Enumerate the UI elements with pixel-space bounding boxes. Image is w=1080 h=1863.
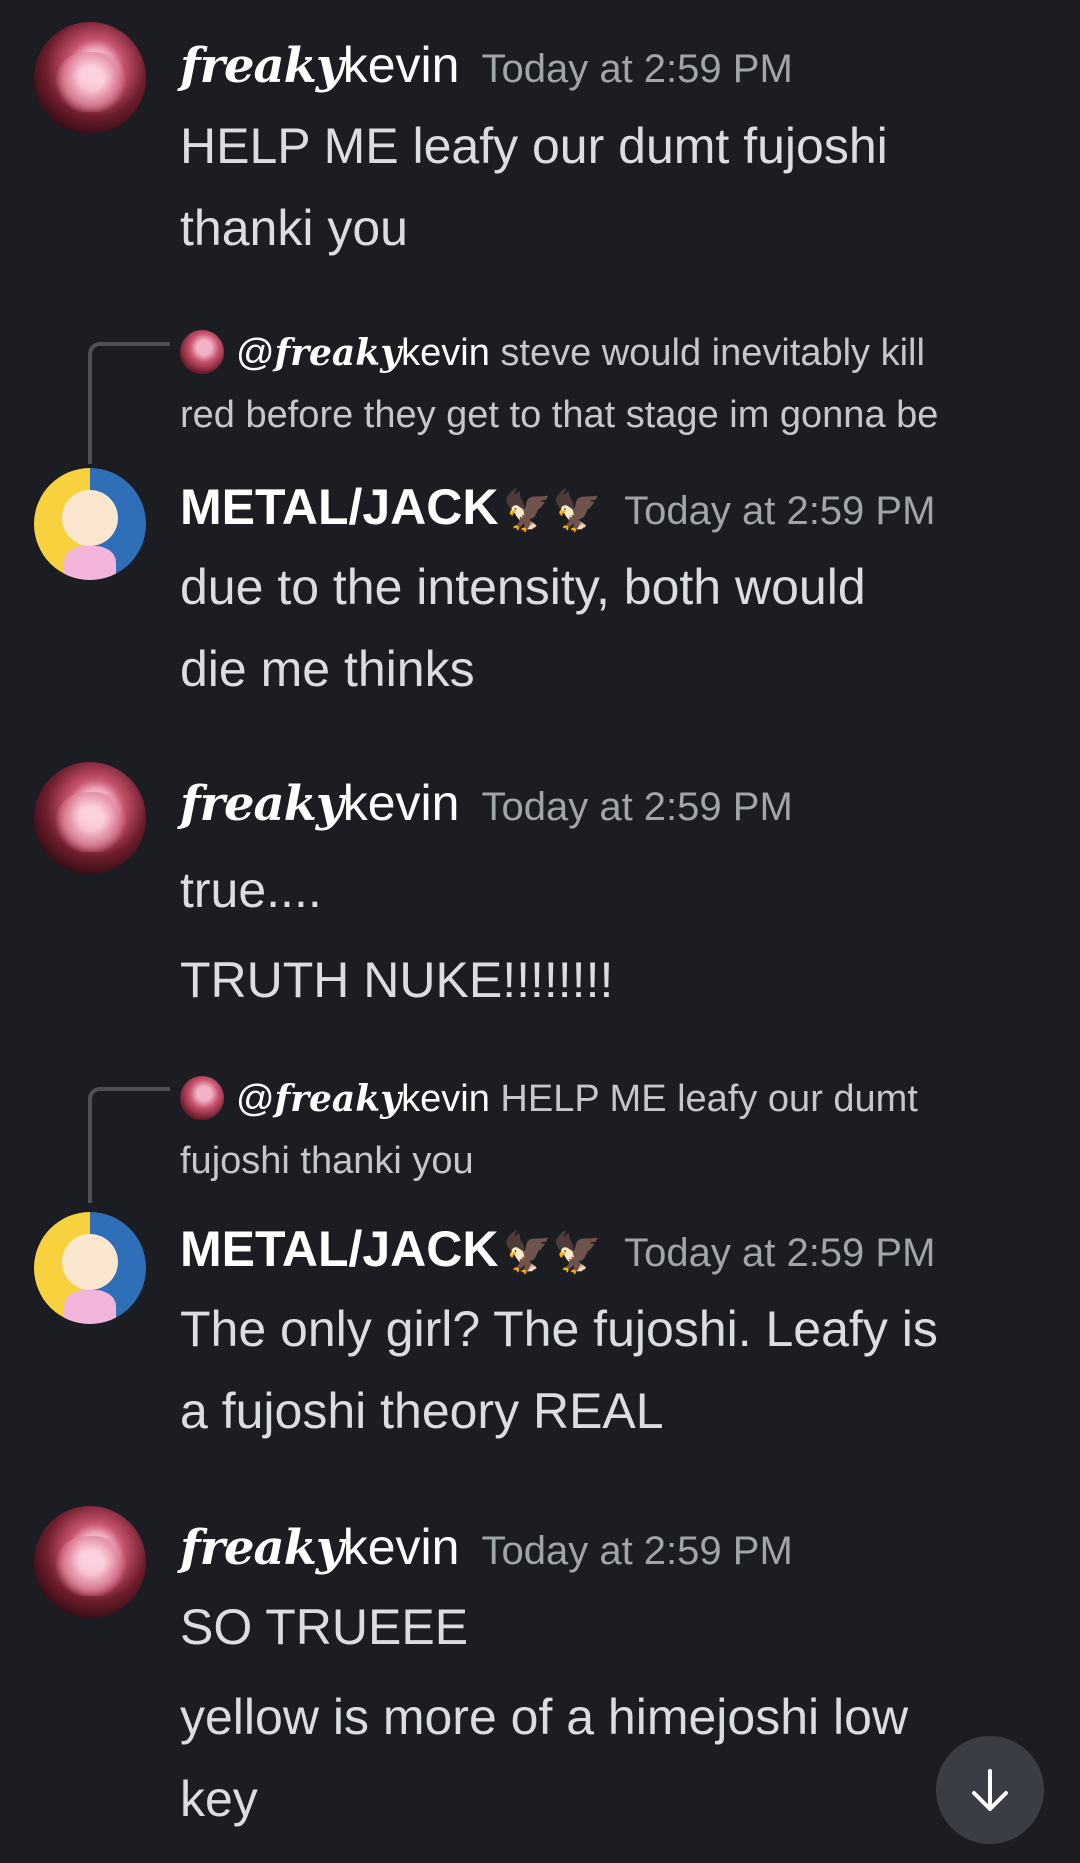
message-line: true....: [180, 862, 322, 918]
author-name-prefix[interactable]: freaky: [180, 1520, 344, 1576]
avatar[interactable]: [34, 468, 146, 580]
timestamp: Today at 2:59 PM: [624, 489, 936, 533]
author-name-prefix[interactable]: freaky: [180, 38, 344, 94]
mention-at: @: [236, 332, 275, 374]
author-name[interactable]: kevin: [343, 1519, 460, 1575]
eagle-emoji: 🦅🦅: [502, 489, 603, 533]
message-content: true.... TRUTH NUKE!!!!!!!!: [180, 845, 1040, 1025]
message-header: freakykevin Today at 2:59 PM: [180, 1518, 793, 1576]
mention-prefix: freaky: [274, 332, 402, 374]
reply-text: @freakykevin steve would inevitably kill…: [180, 322, 1030, 446]
reply-text: @freakykevin HELP ME leafy our dumt fujo…: [180, 1068, 1030, 1192]
author-name-prefix[interactable]: freaky: [180, 776, 344, 832]
avatar[interactable]: [34, 762, 146, 874]
timestamp: Today at 2:59 PM: [481, 47, 793, 91]
avatar[interactable]: [34, 1212, 146, 1324]
chat-message-list[interactable]: freakykevin Today at 2:59 PM HELP ME leaf…: [0, 0, 1080, 1863]
message-line: yellow is more of a himejoshi low: [180, 1689, 909, 1745]
author-name[interactable]: METAL/JACK: [180, 1221, 499, 1277]
mention-name: kevin: [401, 332, 490, 374]
message-line: die me thinks: [180, 641, 475, 697]
arrow-down-icon: [972, 1769, 1008, 1811]
message-line: thanki you: [180, 200, 408, 256]
author-name[interactable]: kevin: [343, 37, 460, 93]
message-header: freakykevin Today at 2:59 PM: [180, 36, 793, 94]
message-line: HELP ME leafy our dumt fujoshi: [180, 118, 888, 174]
timestamp: Today at 2:59 PM: [481, 785, 793, 829]
reply-snippet: red before they get to that stage im gon…: [180, 394, 939, 436]
message-header: freakykevin Today at 2:59 PM: [180, 774, 793, 832]
message-content: HELP ME leafy our dumt fujoshi thanki yo…: [180, 105, 1040, 269]
reply-connector: [88, 1087, 170, 1203]
mention-at: @: [236, 1078, 275, 1120]
message-content: due to the intensity, both would die me …: [180, 546, 1040, 710]
author-name[interactable]: METAL/JACK: [180, 479, 499, 535]
message-line: due to the intensity, both would: [180, 559, 866, 615]
reply-connector: [88, 342, 170, 464]
message-line: The only girl? The fujoshi. Leafy is: [180, 1301, 938, 1357]
message-line: SO TRUEEE: [180, 1599, 469, 1655]
reply-snippet: steve would inevitably kill: [500, 332, 925, 374]
avatar[interactable]: [34, 22, 146, 134]
eagle-emoji: 🦅🦅: [502, 1231, 603, 1275]
avatar[interactable]: [34, 1506, 146, 1618]
mention-prefix: freaky: [274, 1078, 402, 1120]
message-line: TRUTH NUKE!!!!!!!!: [180, 952, 614, 1008]
message-line: key: [180, 1771, 258, 1827]
mention-name: kevin: [401, 1078, 490, 1120]
message-line: a fujoshi theory REAL: [180, 1383, 664, 1439]
message-content: The only girl? The fujoshi. Leafy is a f…: [180, 1288, 1040, 1452]
author-name[interactable]: kevin: [343, 775, 460, 831]
message-header: METAL/JACK 🦅🦅 Today at 2:59 PM: [180, 478, 935, 536]
timestamp: Today at 2:59 PM: [624, 1231, 936, 1275]
jump-to-present-button[interactable]: [936, 1736, 1044, 1844]
reply-snippet: HELP ME leafy our dumt: [500, 1078, 918, 1120]
message-header: METAL/JACK 🦅🦅 Today at 2:59 PM: [180, 1220, 935, 1278]
message-content: SO TRUEEE yellow is more of a himejoshi …: [180, 1586, 1040, 1840]
timestamp: Today at 2:59 PM: [481, 1529, 793, 1573]
reply-snippet: fujoshi thanki you: [180, 1140, 474, 1182]
